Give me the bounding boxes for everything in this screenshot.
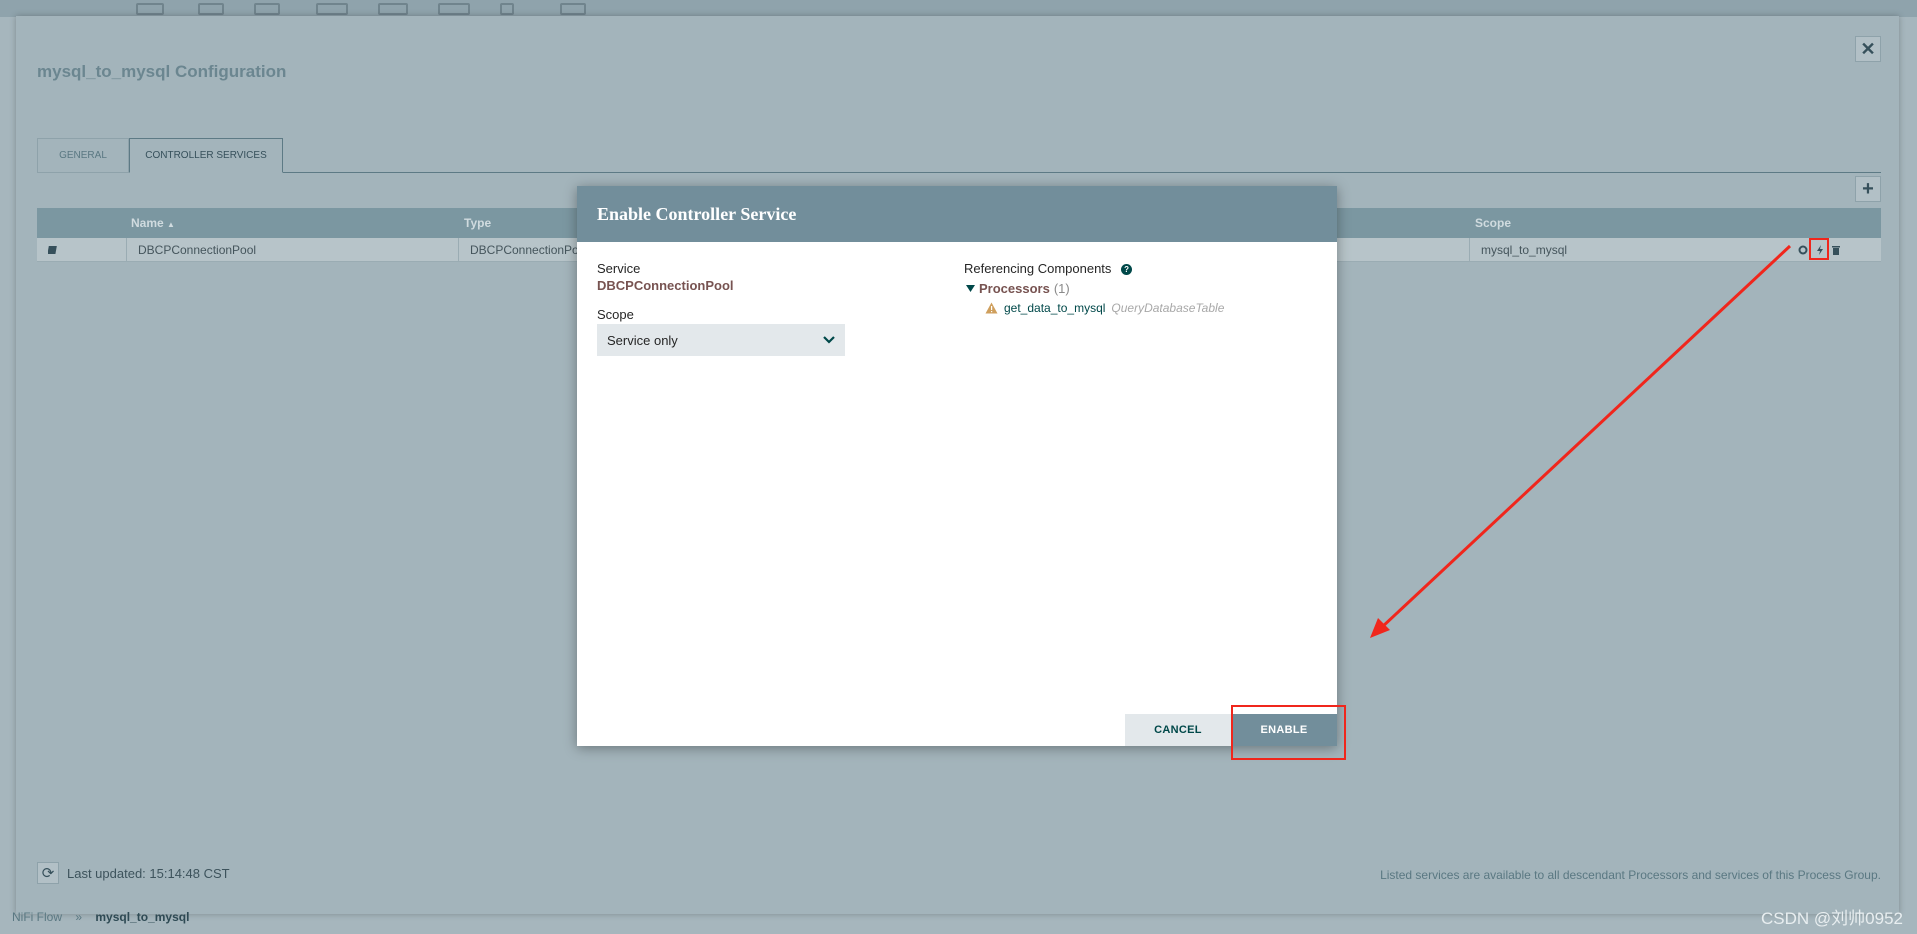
annotation-arrow: [1370, 244, 1792, 638]
arrow-line: [1379, 244, 1792, 630]
